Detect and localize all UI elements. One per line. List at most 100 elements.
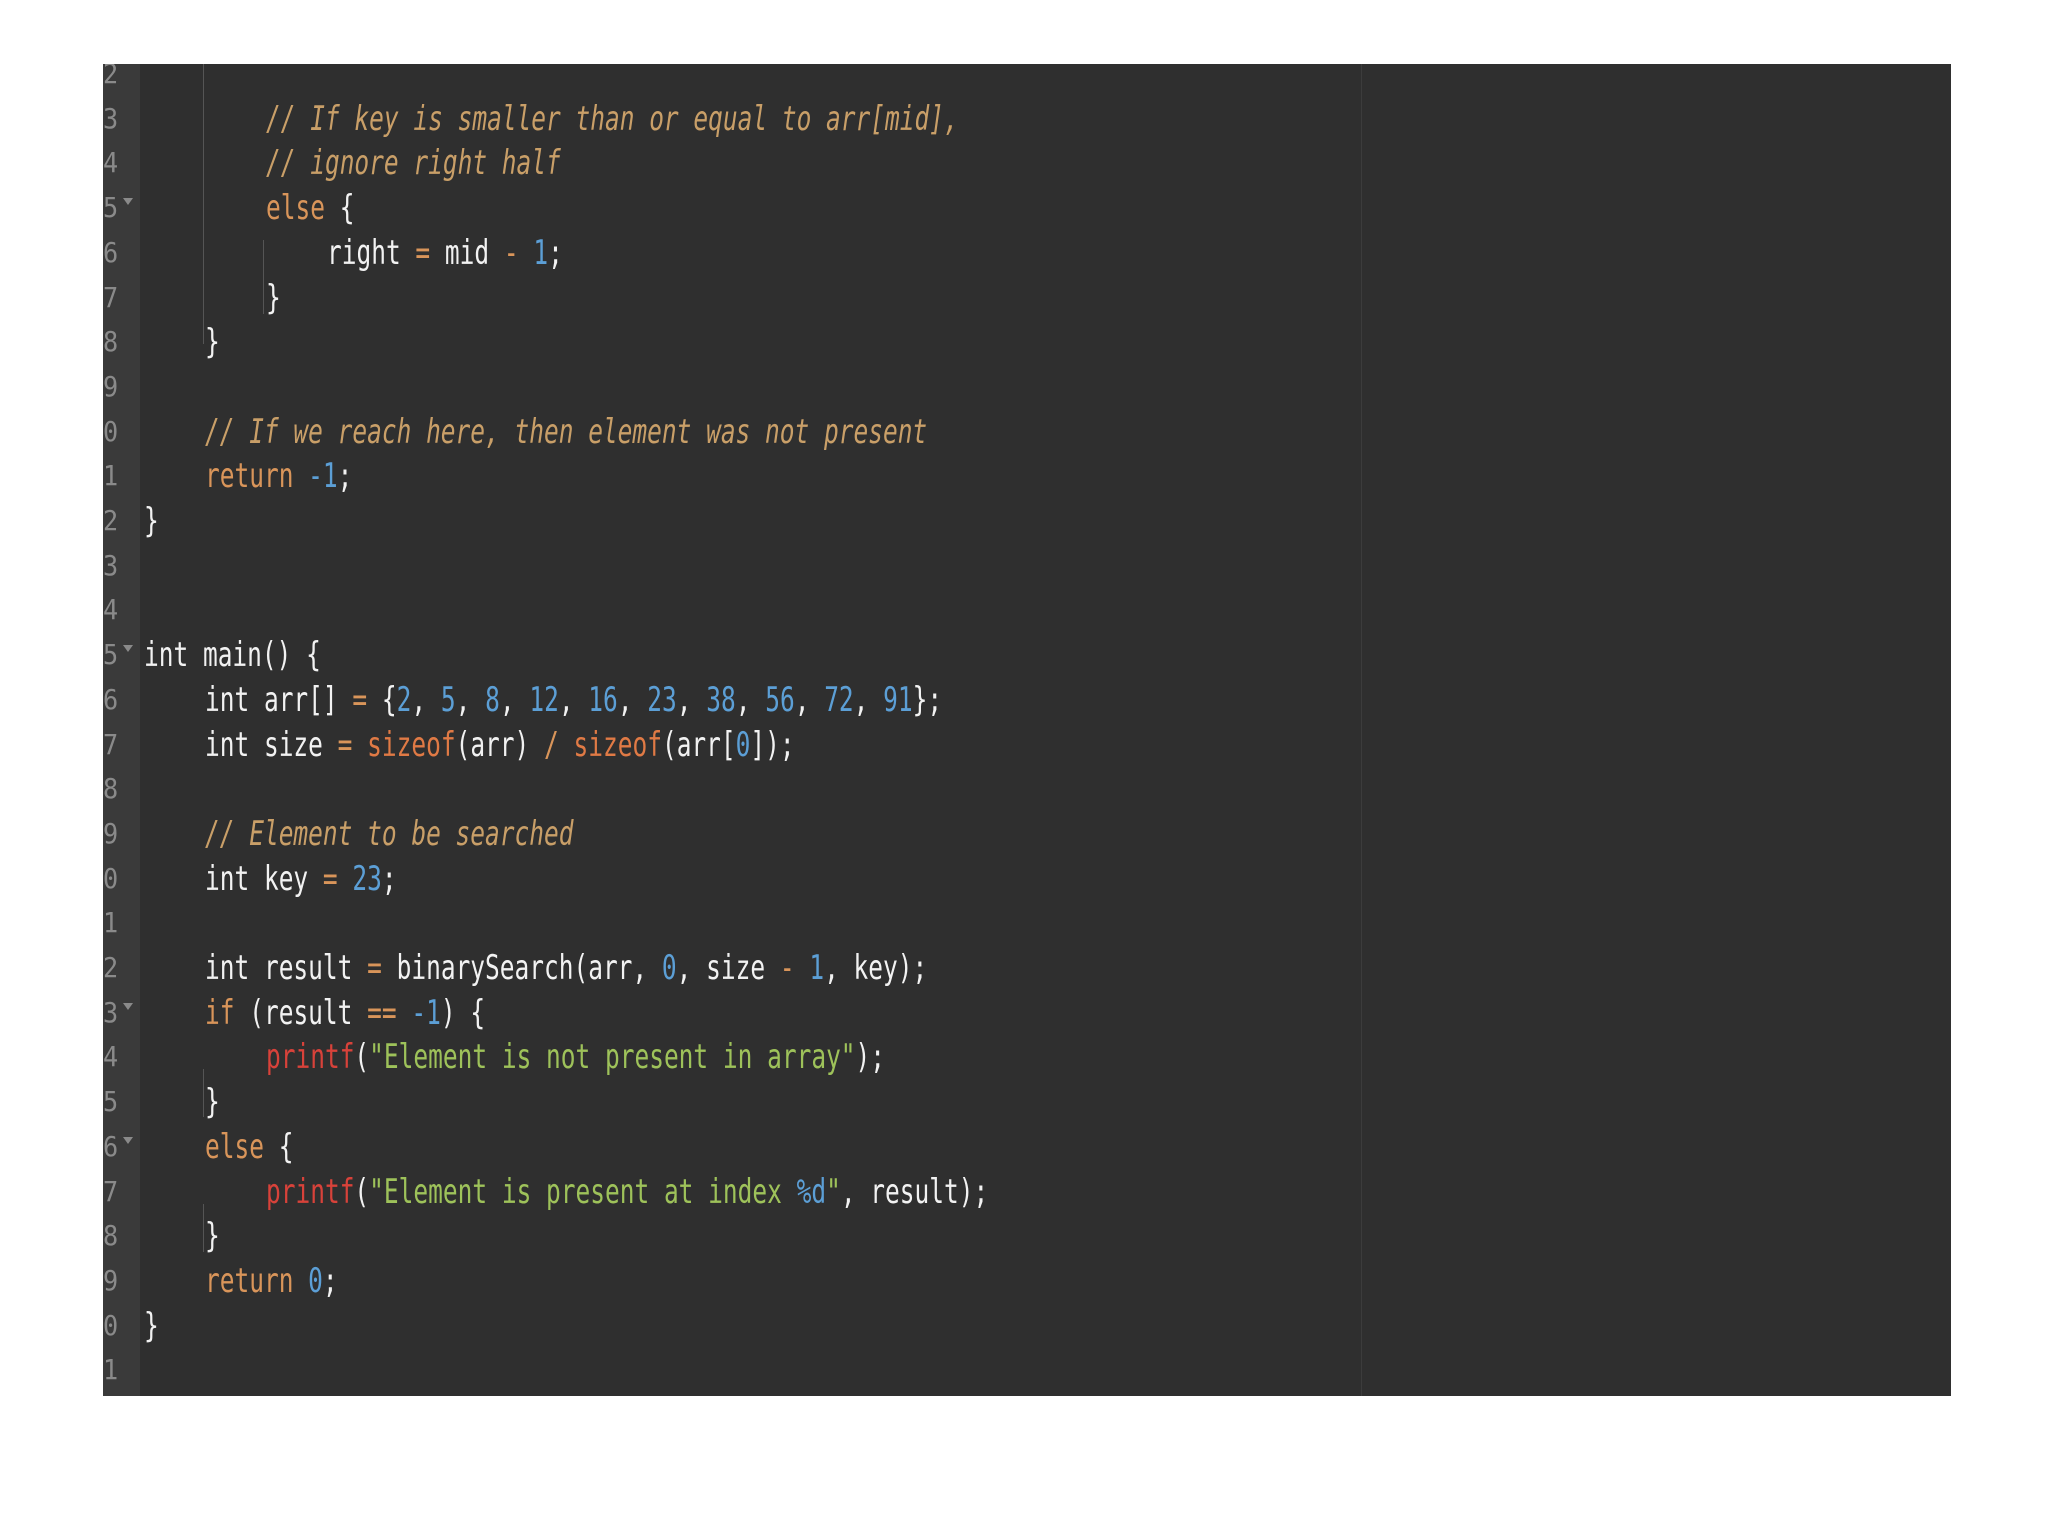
code-token: " xyxy=(826,1171,841,1212)
code-line[interactable]: 1 return -1; xyxy=(103,454,1951,498)
code-line[interactable]: 7 printf("Element is present at index %d"… xyxy=(103,1170,1951,1214)
code-token: , xyxy=(617,679,648,720)
line-number: 6 xyxy=(103,1129,119,1163)
code-line[interactable]: 9 // Element to be searched xyxy=(103,812,1951,856)
code-token: 91 xyxy=(883,679,913,720)
code-line[interactable]: 4 xyxy=(103,588,1951,632)
code-line[interactable]: 9 return 0; xyxy=(103,1259,1951,1303)
code-token: // If we reach here, then element was no… xyxy=(205,411,928,452)
code-line[interactable]: 6 int arr[] = {2, 5, 8, 12, 16, 23, 38, 5… xyxy=(103,678,1951,722)
code-line[interactable]: 9 xyxy=(103,365,1951,409)
code-text[interactable]: printf("Element is present at index %d",… xyxy=(266,1170,988,1214)
line-number: 7 xyxy=(103,280,119,314)
code-token: ( xyxy=(354,1171,370,1212)
code-token: - xyxy=(779,948,795,988)
code-line[interactable]: 5 else { xyxy=(103,186,1951,230)
code-token: (result xyxy=(234,992,368,1033)
code-token: { xyxy=(263,1126,294,1167)
code-line[interactable]: 7 int size = sizeof(arr) / sizeof(arr[0])… xyxy=(103,723,1951,767)
code-token: 23 xyxy=(352,858,382,899)
code-token: 0 xyxy=(308,1260,323,1301)
line-number: 5 xyxy=(103,638,119,672)
code-line[interactable]: 0 int key = 23; xyxy=(103,857,1951,901)
fold-arrow-icon[interactable] xyxy=(123,198,133,206)
code-text[interactable]: } xyxy=(205,1080,220,1124)
code-token: 38 xyxy=(706,679,736,720)
code-line[interactable]: 2 xyxy=(103,64,1951,96)
code-line[interactable]: 5 int main() { xyxy=(103,633,1951,677)
code-text[interactable]: else { xyxy=(266,186,354,230)
code-text[interactable]: // If we reach here, then element was no… xyxy=(205,410,927,454)
code-text[interactable]: } xyxy=(205,320,220,364)
line-number: 9 xyxy=(103,369,119,403)
code-text[interactable]: } xyxy=(144,1304,159,1348)
code-text[interactable]: // Element to be searched xyxy=(205,812,573,856)
code-token: 2 xyxy=(396,679,412,720)
code-editor[interactable]: 2 3// If key is smaller than or equal to … xyxy=(103,64,1951,1396)
code-line[interactable]: 8 xyxy=(103,767,1951,811)
code-token: // Element to be searched xyxy=(205,813,574,854)
code-line[interactable]: 7} xyxy=(103,276,1951,320)
code-token: // If key is smaller than or equal to ar… xyxy=(266,98,959,139)
code-line[interactable]: 6 else { xyxy=(103,1125,1951,1169)
code-text[interactable]: else { xyxy=(205,1125,293,1169)
code-line[interactable]: 0 // If we reach here, then element was n… xyxy=(103,410,1951,454)
code-token: 0 xyxy=(735,724,751,765)
code-text[interactable]: int key = 23; xyxy=(205,857,397,901)
line-number: 2 xyxy=(103,951,119,984)
code-token: - xyxy=(503,232,519,273)
code-line[interactable]: 4 // ignore right half xyxy=(103,141,1951,185)
code-line[interactable]: 2} xyxy=(103,499,1951,543)
code-token: , xyxy=(676,679,707,720)
code-text[interactable]: int arr[] = {2, 5, 8, 12, 16, 23, 38, 56… xyxy=(205,678,942,722)
code-token: 8 xyxy=(485,679,500,720)
code-line[interactable]: 3 // If key is smaller than or equal to a… xyxy=(103,97,1951,141)
code-text[interactable]: } xyxy=(144,499,159,543)
code-text[interactable]: } xyxy=(266,276,281,320)
fold-arrow-icon[interactable] xyxy=(123,645,133,653)
code-token: (arr[ xyxy=(661,724,736,765)
code-text[interactable]: right = mid - 1; xyxy=(327,231,563,275)
code-line[interactable]: 6 right = mid - 1; xyxy=(103,231,1951,275)
code-line[interactable]: 1 xyxy=(103,1348,1951,1392)
line-number: 3 xyxy=(103,995,119,1029)
code-line[interactable]: 8} xyxy=(103,320,1951,364)
code-line[interactable]: 3 if (result == -1) { xyxy=(103,991,1951,1035)
code-text[interactable]: return 0; xyxy=(205,1259,338,1303)
line-number: 8 xyxy=(103,1219,119,1253)
code-token: ; xyxy=(381,858,397,899)
code-text[interactable]: } xyxy=(205,1214,220,1258)
line-number: 6 xyxy=(103,235,119,269)
code-line[interactable]: 3 xyxy=(103,544,1951,588)
code-token: } xyxy=(144,501,159,541)
code-token: "Element is not present in array" xyxy=(369,1037,856,1078)
code-line[interactable]: 8} xyxy=(103,1214,1951,1258)
fold-arrow-icon[interactable] xyxy=(123,1002,133,1010)
code-text[interactable]: // ignore right half xyxy=(266,141,561,185)
line-number: 8 xyxy=(103,325,119,359)
code-line[interactable]: 1 xyxy=(103,901,1951,945)
code-line[interactable]: 2 int result = binarySearch(arr, 0, size … xyxy=(103,946,1951,990)
code-token: sizeof xyxy=(367,724,456,765)
code-text[interactable]: // If key is smaller than or equal to ar… xyxy=(266,97,959,141)
code-text[interactable]: int size = sizeof(arr) / sizeof(arr[0]); xyxy=(205,723,795,767)
fold-arrow-icon[interactable] xyxy=(123,1136,133,1144)
code-token: 56 xyxy=(765,679,795,720)
line-number: 3 xyxy=(103,548,119,582)
code-line[interactable]: 4 printf("Element is not present in array… xyxy=(103,1035,1951,1079)
code-line[interactable]: 5} xyxy=(103,1080,1951,1124)
line-number: 9 xyxy=(103,1263,119,1297)
line-number: 4 xyxy=(103,593,119,627)
line-number: 5 xyxy=(103,1085,119,1119)
code-text[interactable]: printf("Element is not present in array"… xyxy=(266,1035,885,1079)
code-text[interactable]: return -1; xyxy=(205,454,352,498)
code-text[interactable]: if (result == -1) { xyxy=(205,991,485,1035)
code-text[interactable]: int main() { xyxy=(144,633,321,677)
code-line[interactable]: 0} xyxy=(103,1304,1951,1348)
code-token: , xyxy=(455,679,486,720)
code-text[interactable]: int result = binarySearch(arr, 0, size -… xyxy=(205,946,927,990)
